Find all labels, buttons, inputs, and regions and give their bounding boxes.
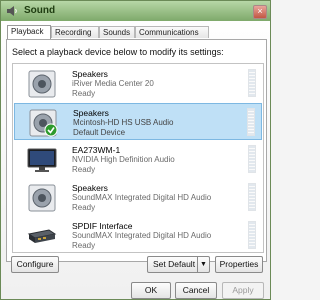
ok-button[interactable]: OK [131, 282, 171, 299]
device-item-speakers-mcintosh[interactable]: Speakers Mcintosh-HD HS USB Audio Defaul… [14, 103, 262, 140]
volume-meter [248, 145, 256, 173]
title-bar[interactable]: Sound × [1, 1, 270, 21]
volume-meter [248, 69, 256, 97]
device-status: Ready [72, 89, 96, 98]
device-status: Ready [72, 165, 96, 174]
sound-dialog: Sound × Playback Recording Sounds Commun… [0, 0, 271, 300]
device-name: Speakers [73, 108, 109, 118]
device-driver: SoundMAX Integrated Digital HD Audio [72, 231, 212, 240]
device-driver: Mcintosh-HD HS USB Audio [73, 118, 174, 127]
speaker-default-icon [29, 109, 58, 137]
volume-meter [248, 183, 256, 211]
chevron-down-icon[interactable]: ▼ [197, 257, 209, 272]
device-list[interactable]: Speakers iRiver Media Center 20 Ready Sp… [12, 63, 264, 253]
close-button[interactable]: × [253, 5, 267, 19]
device-driver: iRiver Media Center 20 [72, 79, 154, 88]
window-title: Sound [24, 5, 56, 16]
device-name: SPDIF Interface [72, 221, 133, 231]
device-name: Speakers [72, 183, 108, 193]
speaker-icon [28, 184, 56, 212]
device-item-spdif[interactable]: SPDIF Interface SoundMAX Integrated Digi… [14, 217, 262, 252]
volume-meter [247, 108, 255, 136]
tab-recording[interactable]: Recording [51, 26, 99, 38]
monitor-icon [27, 148, 57, 172]
device-name: Speakers [72, 69, 108, 79]
device-item-speakers-soundmax[interactable]: Speakers SoundMAX Integrated Digital HD … [14, 179, 262, 216]
set-default-button[interactable]: Set Default ▼ [147, 256, 210, 273]
device-status: Ready [72, 241, 96, 250]
device-name: EA273WM-1 [72, 145, 121, 155]
device-status: Default Device [73, 128, 126, 137]
device-status: Ready [72, 203, 96, 212]
tab-strip: Playback Recording Sounds Communications [7, 25, 264, 39]
tab-communications[interactable]: Communications [135, 26, 209, 38]
spdif-icon [27, 229, 57, 243]
tab-playback[interactable]: Playback [7, 25, 51, 39]
cancel-button[interactable]: Cancel [175, 282, 217, 299]
speaker-icon [7, 6, 17, 16]
tab-sounds[interactable]: Sounds [99, 26, 135, 38]
volume-meter [248, 221, 256, 249]
apply-button[interactable]: Apply [222, 282, 264, 299]
properties-button[interactable]: Properties [215, 256, 263, 273]
device-item-speakers-iriver[interactable]: Speakers iRiver Media Center 20 Ready [14, 65, 262, 102]
speaker-icon [28, 70, 56, 98]
device-driver: NVIDIA High Definition Audio [72, 155, 175, 164]
device-driver: SoundMAX Integrated Digital HD Audio [72, 193, 212, 202]
set-default-label: Set Default [153, 259, 196, 269]
device-item-ea273wm[interactable]: EA273WM-1 NVIDIA High Definition Audio R… [14, 141, 262, 178]
configure-button[interactable]: Configure [11, 256, 59, 273]
instruction-text: Select a playback device below to modify… [12, 47, 224, 57]
